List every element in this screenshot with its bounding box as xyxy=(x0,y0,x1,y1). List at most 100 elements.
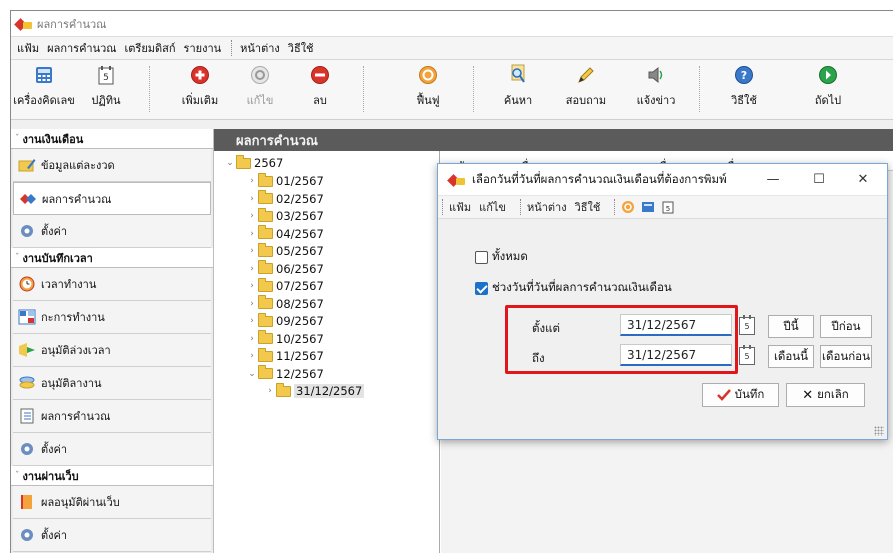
range-checkbox[interactable]: ช่วงวันที่วันที่ผลการคำนวณเงินเดือน xyxy=(475,279,672,297)
tree-node-month[interactable]: › 01/2567 xyxy=(246,172,324,189)
calendar-icon: 5 xyxy=(95,64,117,86)
sidebar-item-web-settings[interactable]: ตั้งค่า xyxy=(13,519,211,552)
schedule-grid-icon xyxy=(17,308,37,326)
folder-icon xyxy=(236,154,251,169)
sidebar-item-payroll-results[interactable]: ผลการคำนวณ xyxy=(13,182,211,215)
app-logo-icon xyxy=(448,174,466,186)
cancel-button[interactable]: ✕ ยกเลิก xyxy=(786,383,865,407)
chevron-down-icon: ⌄ xyxy=(226,158,234,168)
calendar-icon[interactable]: 5 xyxy=(661,200,675,214)
tree-node-month[interactable]: › 10/2567 xyxy=(246,330,324,347)
dialog-titlebar: เลือกวันที่วันที่ผลการคำนวณเงินเดือนที่ต… xyxy=(438,164,887,195)
toolbar-separator xyxy=(149,66,150,112)
calculator-button[interactable]: เครื่องคิดเลข xyxy=(13,64,75,109)
toolbar-separator xyxy=(699,66,700,112)
speaker-icon xyxy=(645,64,667,86)
tree-node-month[interactable]: › 05/2567 xyxy=(246,242,324,259)
checkbox-checked[interactable] xyxy=(475,281,488,295)
folder-icon xyxy=(258,242,273,257)
folder-icon xyxy=(258,225,273,239)
edit-icon xyxy=(249,64,271,86)
menubar-separator xyxy=(614,199,616,215)
sidebar-item-ot-approval[interactable]: อนุมัติล่วงเวลา xyxy=(13,334,211,367)
news-button[interactable]: แจ้งข่าว xyxy=(625,64,687,109)
checkbox-unchecked[interactable] xyxy=(475,250,488,264)
menubar-separator xyxy=(231,40,233,56)
calendar-icon[interactable]: 5 xyxy=(739,315,755,335)
chevron-down-icon: ˇ xyxy=(15,252,20,263)
tree-node-month[interactable]: › 04/2567 xyxy=(246,225,324,242)
calendar-icon[interactable]: 5 xyxy=(739,345,755,365)
tree-node-month[interactable]: › 07/2567 xyxy=(246,277,324,294)
stack-icon xyxy=(17,374,37,392)
tree-node-month[interactable]: › 02/2567 xyxy=(246,190,324,207)
save-button[interactable]: บันทึก xyxy=(702,383,779,407)
calculator-icon xyxy=(33,64,55,86)
add-button[interactable]: เพิ่มเติม xyxy=(169,64,231,109)
sidebar-item-shifts[interactable]: กะการทำงาน xyxy=(13,301,211,334)
menu-prepare-disk[interactable]: เตรียมดิสก์ xyxy=(125,39,176,57)
this-year-button[interactable]: ปีนี้ xyxy=(768,315,814,338)
folder-icon xyxy=(258,277,273,292)
book-icon xyxy=(17,493,37,511)
tree-node-month[interactable]: › 11/2567 xyxy=(246,347,324,364)
check-icon xyxy=(716,389,731,401)
last-month-button[interactable]: เดือนก่อน xyxy=(820,345,872,368)
tree-node-year[interactable]: ⌄ 2567 xyxy=(224,154,283,171)
minimize-icon[interactable]: — xyxy=(753,164,793,195)
refresh-button[interactable]: ฟื้นฟู xyxy=(397,64,459,109)
search-button[interactable]: ค้นหา xyxy=(487,64,549,109)
folder-icon xyxy=(258,260,273,274)
sidebar-group-time[interactable]: ˇ งานบันทึกเวลา xyxy=(11,248,213,268)
calculator-icon[interactable] xyxy=(641,200,655,214)
menu-file[interactable]: แฟ้ม xyxy=(17,39,39,57)
folder-icon xyxy=(258,172,273,187)
dialog-menu-file[interactable]: แฟ้ม xyxy=(449,198,471,216)
sidebar-item-work-time[interactable]: เวลาทำงาน xyxy=(13,268,211,301)
sidebar-item-time-results[interactable]: ผลการคำนวณ xyxy=(13,400,211,433)
this-month-button[interactable]: เดือนนี้ xyxy=(768,345,814,368)
tree-node-month[interactable]: › 09/2567 xyxy=(246,312,324,329)
sidebar-item-payroll-settings[interactable]: ตั้งค่า xyxy=(13,215,211,248)
inquiry-button[interactable]: สอบถาม xyxy=(555,64,617,109)
dialog-menu-window[interactable]: หน้าต่าง xyxy=(527,198,567,216)
menubar: แฟ้ม ผลการคำนวณ เตรียมดิสก์ รายงาน หน้าต… xyxy=(11,37,893,60)
menu-window[interactable]: หน้าต่าง xyxy=(240,39,280,57)
app-logo-icon xyxy=(15,18,33,30)
chevron-down-icon: ⌄ xyxy=(248,368,256,379)
tree-node-date[interactable]: › 31/12/2567 xyxy=(264,382,365,399)
folder-icon xyxy=(258,330,273,344)
last-year-button[interactable]: ปีก่อน xyxy=(820,315,872,338)
tree-node-month[interactable]: › 03/2567 xyxy=(246,207,324,224)
refresh-icon[interactable] xyxy=(621,200,635,214)
content-title: ผลการคำนวณ xyxy=(214,129,893,151)
menu-help[interactable]: วิธีใช้ xyxy=(288,39,314,57)
sidebar-item-time-settings[interactable]: ตั้งค่า xyxy=(13,433,211,466)
folder-icon xyxy=(258,295,273,309)
sidebar-item-web-approval[interactable]: ผลอนุมัติผ่านเว็บ xyxy=(13,486,211,519)
toolbar: เครื่องคิดเลข 5 ปฏิทิน เพิ่มเติม แก้ไข ล xyxy=(11,60,893,120)
all-checkbox[interactable]: ทั้งหมด xyxy=(475,248,528,266)
menu-calc-results[interactable]: ผลการคำนวณ xyxy=(47,39,116,57)
resize-grip-icon[interactable] xyxy=(874,426,884,436)
sidebar-item-period-data[interactable]: ข้อมูลแต่ละงวด xyxy=(13,149,211,182)
help-icon: ? xyxy=(733,64,755,86)
close-icon[interactable]: ✕ xyxy=(843,164,883,195)
help-button[interactable]: ? วิธีใช้ xyxy=(713,64,775,109)
tree-node-month[interactable]: › 06/2567 xyxy=(246,260,324,277)
menubar-separator xyxy=(519,199,521,215)
delete-button[interactable]: ลบ xyxy=(289,64,351,109)
maximize-icon[interactable]: ☐ xyxy=(799,164,839,195)
edit-button[interactable]: แก้ไข xyxy=(229,64,291,109)
dialog-menu-help[interactable]: วิธีใช้ xyxy=(575,198,601,216)
calendar-button[interactable]: 5 ปฏิทิน xyxy=(75,64,137,109)
next-button[interactable]: ถัดไป xyxy=(797,64,859,109)
dialog-menu-edit[interactable]: แก้ไข xyxy=(479,198,506,216)
sidebar-group-payroll[interactable]: ˇ งานเงินเดือน xyxy=(11,129,213,149)
tree-node-month[interactable]: ⌄ 12/2567 xyxy=(246,365,324,382)
menu-report[interactable]: รายงาน xyxy=(184,39,222,57)
chevron-right-icon: › xyxy=(250,333,254,344)
sidebar-item-leave-approval[interactable]: อนุมัติลางาน xyxy=(13,367,211,400)
tree-node-month[interactable]: › 08/2567 xyxy=(246,295,324,312)
sidebar-group-web[interactable]: ˇ งานผ่านเว็บ xyxy=(11,466,213,486)
